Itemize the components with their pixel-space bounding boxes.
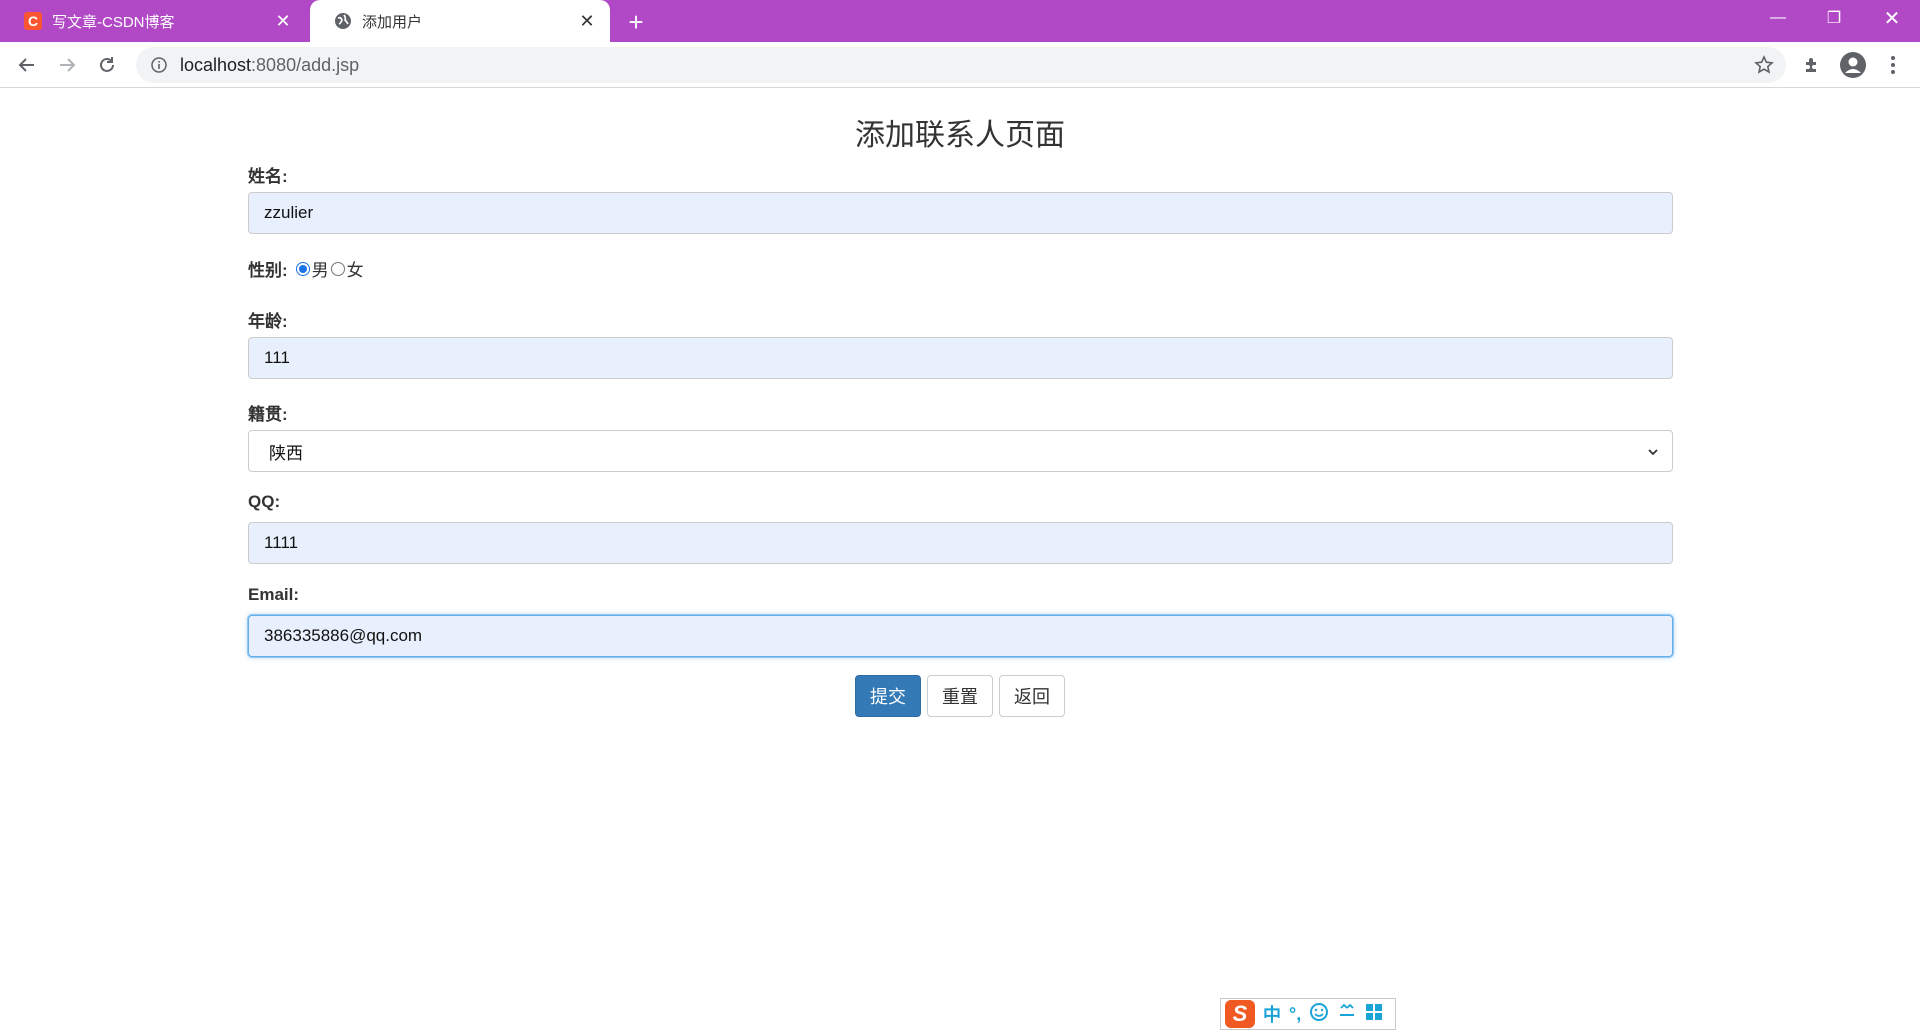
name-input[interactable]: zzulier [248, 192, 1673, 234]
forward-icon[interactable] [50, 48, 84, 82]
reload-icon[interactable] [90, 48, 124, 82]
reset-button[interactable]: 重置 [927, 675, 993, 717]
sogou-logo-icon[interactable]: S [1225, 1000, 1255, 1028]
tab-title: 添加用户 [362, 13, 423, 31]
browser-toolbar: localhost:8080/add.jsp [0, 42, 1920, 88]
back-icon[interactable] [10, 48, 44, 82]
submit-button[interactable]: 提交 [855, 675, 921, 717]
minimize-icon[interactable]: — [1750, 0, 1806, 36]
new-tab-button[interactable]: + [620, 6, 652, 38]
profile-avatar-icon[interactable] [1836, 48, 1870, 82]
tab-title: 写文章-CSDN博客 [52, 13, 175, 31]
hometown-value: 陕西 [269, 443, 303, 463]
menu-kebab-icon[interactable] [1876, 48, 1910, 82]
ime-toolbar: S 中 °, [1220, 998, 1396, 1030]
bookmark-star-icon[interactable] [1754, 55, 1774, 75]
csdn-icon: C [24, 12, 42, 30]
hometown-label: 籍贯: [248, 405, 288, 424]
gender-male-label: 男 [311, 261, 329, 280]
email-label: Email: [248, 585, 300, 604]
hometown-select[interactable]: 陕西 [248, 430, 1673, 472]
gender-female-label: 女 [346, 261, 364, 280]
gender-male-radio[interactable] [295, 261, 310, 276]
ime-mode-toggle[interactable]: 中 [1263, 1001, 1281, 1027]
emoji-icon[interactable] [1309, 1002, 1329, 1027]
close-icon[interactable]: ✕ [572, 6, 602, 36]
age-label: 年龄: [248, 312, 288, 331]
gender-female-radio[interactable] [330, 261, 345, 276]
url-path: :8080/add.jsp [251, 54, 360, 75]
gender-group: 性别: 男 女 [248, 256, 366, 281]
ime-punct-toggle[interactable]: °, [1289, 1004, 1301, 1025]
info-icon[interactable] [150, 56, 168, 74]
address-bar[interactable]: localhost:8080/add.jsp [136, 47, 1786, 83]
chevron-down-icon [1646, 444, 1660, 458]
globe-icon [334, 12, 352, 30]
url-text: localhost:8080/add.jsp [180, 55, 359, 76]
extensions-icon[interactable] [1795, 48, 1829, 82]
gender-label: 性别: [248, 261, 288, 280]
tab-add-user[interactable]: 添加用户 ✕ [310, 0, 610, 42]
keyboard-icon[interactable] [1337, 1002, 1357, 1027]
name-label: 姓名: [248, 167, 288, 186]
qq-label: QQ: [248, 492, 281, 511]
url-host: localhost [180, 54, 252, 75]
age-input[interactable]: 111 [248, 337, 1673, 379]
email-input[interactable]: 386335886@qq.com [248, 615, 1673, 657]
toolbox-icon[interactable] [1365, 1003, 1383, 1026]
tab-csdn[interactable]: C 写文章-CSDN博客 ✕ [0, 0, 306, 42]
restore-icon[interactable]: ❐ [1806, 0, 1862, 36]
close-icon[interactable]: ✕ [268, 6, 298, 36]
back-button[interactable]: 返回 [999, 675, 1065, 717]
close-window-icon[interactable]: ✕ [1864, 0, 1920, 36]
tab-bar: C 写文章-CSDN博客 ✕ 添加用户 ✕ + — ❐ ✕ [0, 0, 1920, 42]
qq-input[interactable]: 1111 [248, 522, 1673, 564]
form-buttons: 提交 重置 返回 [0, 675, 1920, 717]
page-title: 添加联系人页面 [855, 118, 1065, 153]
